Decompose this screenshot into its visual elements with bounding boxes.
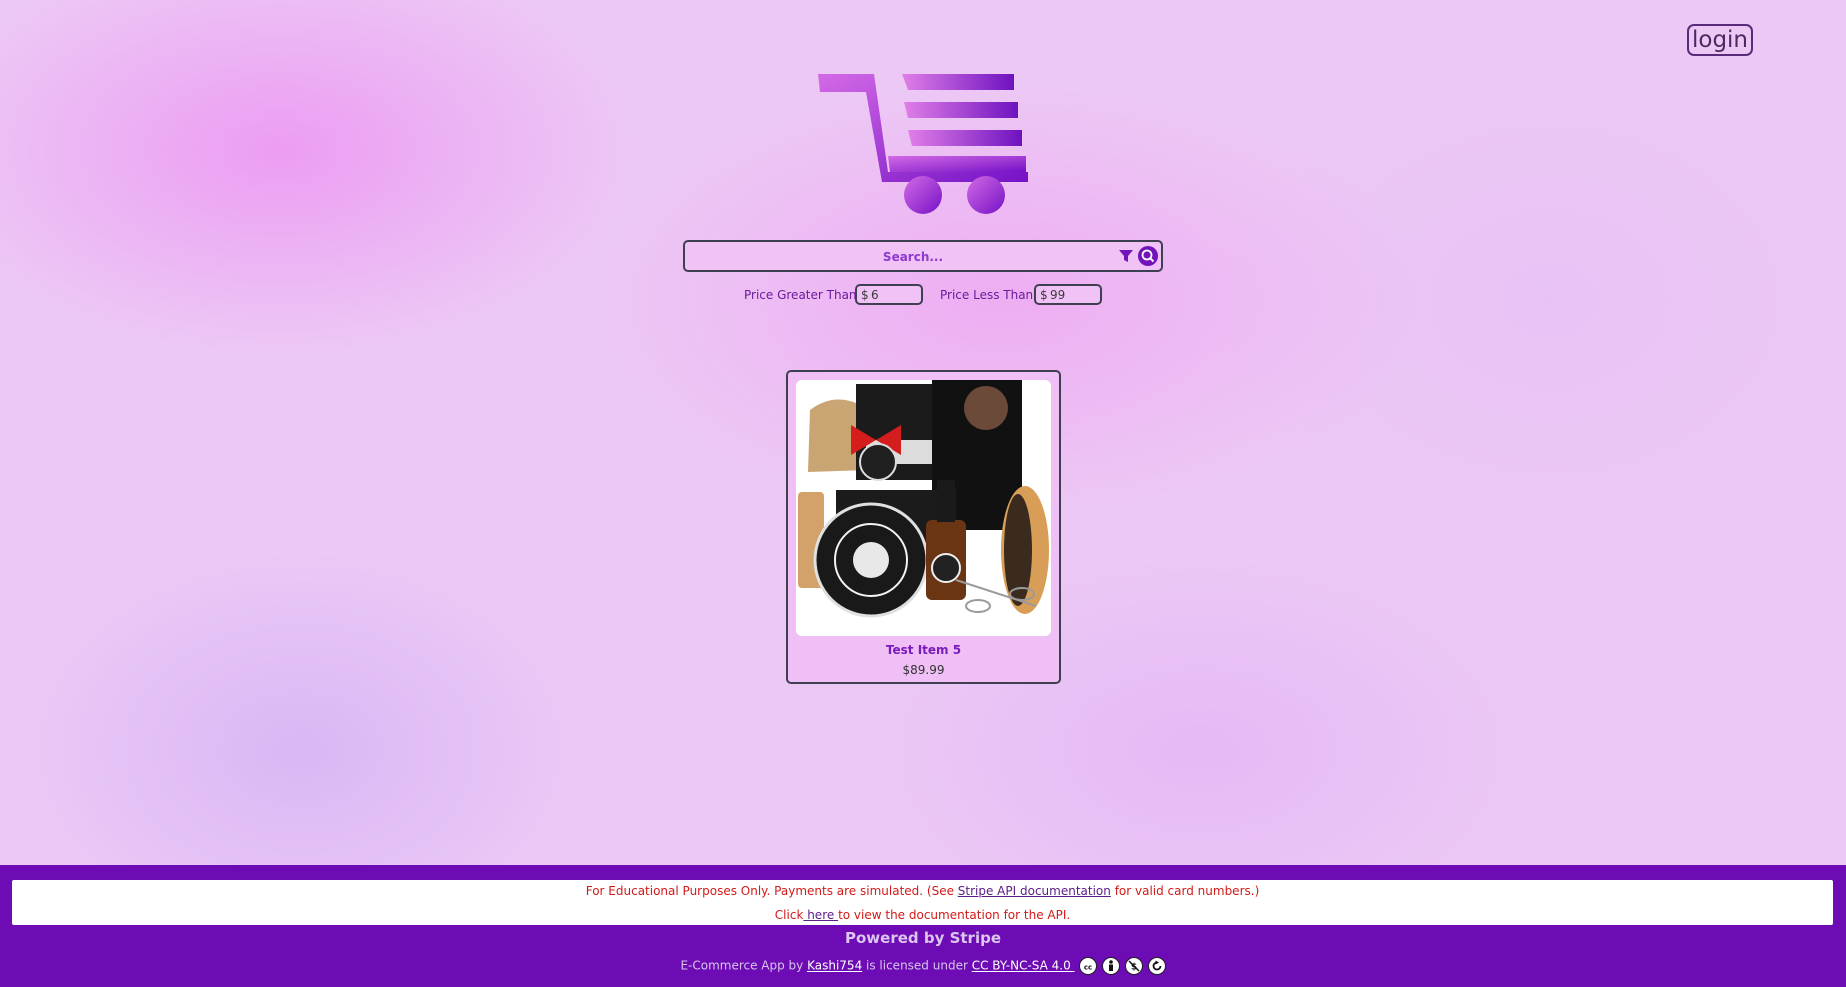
- search-icon: [1141, 249, 1155, 263]
- currency-symbol: $: [861, 288, 869, 302]
- product-price: $89.99: [902, 663, 945, 677]
- notice-text: For Educational Purposes Only. Payments …: [585, 884, 958, 898]
- price-filter-row: Price Greater Than: $ Price Less Than: $: [0, 284, 1846, 306]
- api-docs-link[interactable]: here: [803, 908, 838, 922]
- search-button[interactable]: [1138, 246, 1158, 266]
- license-icons: cc $: [1078, 957, 1166, 975]
- notice-text-suffix: for valid card numbers.): [1110, 884, 1260, 898]
- stripe-docs-link[interactable]: Stripe API documentation: [958, 884, 1111, 898]
- cart-logo-icon: [818, 74, 1028, 214]
- product-image: [796, 380, 1051, 636]
- credit-text-mid: is licensed under: [862, 958, 972, 973]
- price-less-input[interactable]: [1050, 287, 1098, 303]
- by-icon: [1101, 957, 1120, 975]
- price-less-field[interactable]: $: [1034, 284, 1102, 305]
- nc-icon: $: [1124, 957, 1143, 975]
- login-button[interactable]: login: [1687, 24, 1753, 56]
- license-link[interactable]: CC BY-NC-SA 4.0: [972, 959, 1075, 973]
- filter-icon[interactable]: [1119, 249, 1133, 263]
- footer: For Educational Purposes Only. Payments …: [0, 865, 1846, 987]
- price-greater-label: Price Greater Than:: [744, 288, 861, 302]
- credit-text: E-Commerce App by: [680, 958, 808, 973]
- author-link[interactable]: Kashi754: [807, 959, 862, 973]
- currency-symbol: $: [1040, 288, 1048, 302]
- notice-line-payments: For Educational Purposes Only. Payments …: [12, 884, 1833, 898]
- price-greater-field[interactable]: $: [855, 284, 923, 305]
- docs-text-suffix: to view the documentation for the API.: [838, 908, 1071, 922]
- price-greater-input[interactable]: [871, 287, 919, 303]
- product-name[interactable]: Test Item 5: [788, 643, 1059, 657]
- search-input[interactable]: [691, 244, 1135, 270]
- svg-text:cc: cc: [1083, 964, 1091, 972]
- price-less-label: Price Less Than:: [940, 288, 1038, 302]
- cc-icon: cc: [1078, 957, 1097, 975]
- educational-notice: For Educational Purposes Only. Payments …: [12, 880, 1833, 925]
- product-card[interactable]: Test Item 5 $89.99: [786, 370, 1061, 684]
- notice-line-docs: Click here to view the documentation for…: [12, 908, 1833, 922]
- sa-icon: [1147, 957, 1166, 975]
- search-bar: [683, 240, 1163, 272]
- powered-by-stripe: Powered by Stripe: [844, 929, 1002, 947]
- docs-text: Click: [774, 908, 804, 922]
- license-credits: E-Commerce App by Kashi754 is licensed u…: [0, 957, 1846, 975]
